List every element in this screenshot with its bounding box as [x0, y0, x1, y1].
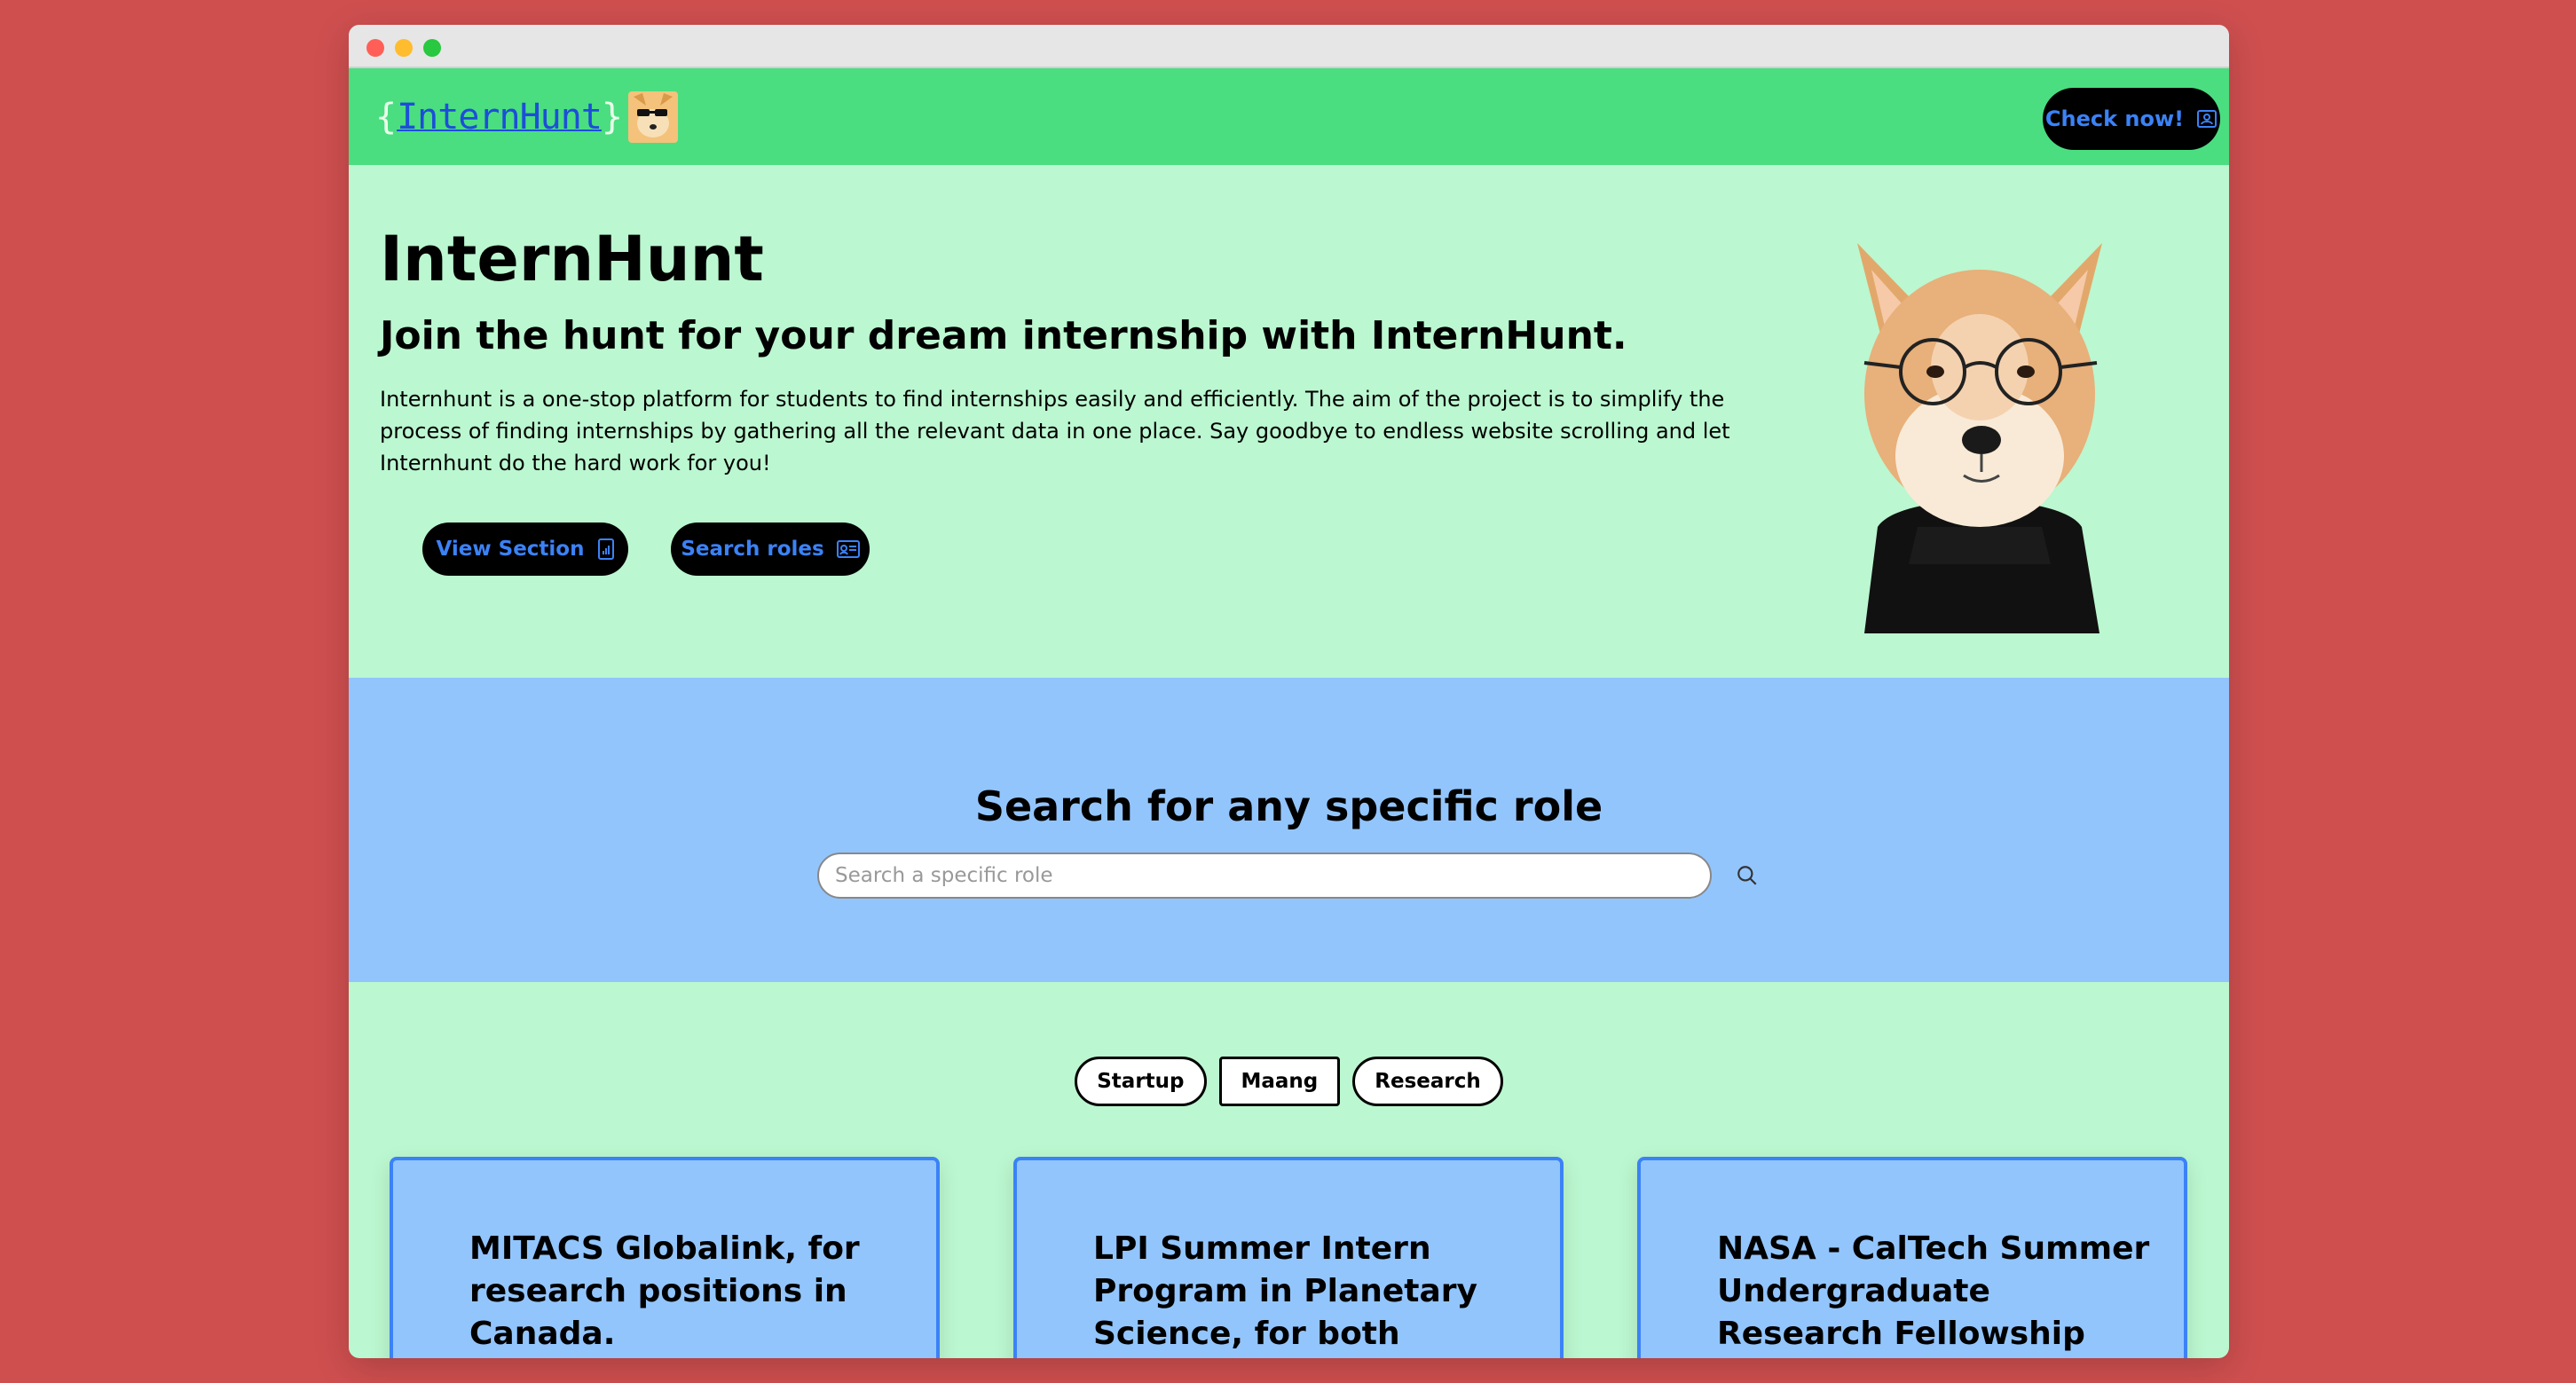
mobile-chart-icon	[597, 538, 614, 560]
user-badge-icon	[2197, 110, 2218, 128]
search-roles-button[interactable]: Search roles	[671, 523, 870, 576]
logo-brace-close: }	[601, 97, 624, 138]
hero-subtitle: Join the hunt for your dream internship …	[380, 313, 1627, 358]
logo[interactable]: { InternHunt }	[375, 86, 679, 148]
filter-startup[interactable]: Startup	[1075, 1057, 1207, 1106]
window-titlebar	[349, 25, 2229, 68]
browser-window: { InternHunt } Check now! InternHunt Joi…	[349, 25, 2229, 1358]
close-window-button[interactable]	[366, 39, 384, 57]
search-section: Search for any specific role	[349, 678, 2229, 982]
internship-card[interactable]: LPI Summer Intern Program in Planetary S…	[1013, 1157, 1564, 1358]
internship-card-title: MITACS Globalink, for research positions…	[469, 1230, 860, 1352]
logo-text: InternHunt	[397, 97, 603, 138]
minimize-window-button[interactable]	[395, 39, 413, 57]
check-now-button[interactable]: Check now!	[2043, 88, 2220, 150]
hero-title: InternHunt	[380, 223, 764, 295]
search-section-title: Search for any specific role	[974, 782, 1603, 830]
search-input[interactable]	[817, 853, 1712, 899]
view-section-button[interactable]: View Section	[422, 523, 628, 576]
shiba-glasses-illustration	[1857, 243, 2102, 633]
hero-description-text: Internhunt is a one-stop platform for st…	[380, 387, 1730, 475]
internship-card-title: LPI Summer Intern Program in Planetary S…	[1093, 1230, 1478, 1352]
navbar: { InternHunt } Check now!	[349, 68, 2229, 165]
search-roles-label: Search roles	[681, 538, 824, 561]
maximize-window-button[interactable]	[423, 39, 441, 57]
view-section-label: View Section	[436, 538, 585, 561]
search-icon	[1737, 866, 1757, 885]
filter-maang[interactable]: Maang	[1218, 1057, 1341, 1106]
internship-card-title: NASA - CalTech Summer Undergraduate Rese…	[1717, 1230, 2150, 1352]
logo-brace-open: {	[375, 97, 398, 138]
doge-sunglasses-icon	[628, 91, 679, 143]
search-button[interactable]	[1733, 861, 1761, 890]
filter-research[interactable]: Research	[1352, 1057, 1503, 1106]
hero-description: Internhunt is a one-stop platform for st…	[380, 383, 2048, 479]
internship-card[interactable]: NASA - CalTech Summer Undergraduate Rese…	[1637, 1157, 2187, 1358]
check-now-label: Check now!	[2044, 106, 2185, 131]
internship-card[interactable]: MITACS Globalink, for research positions…	[390, 1157, 940, 1358]
id-card-icon	[836, 540, 860, 558]
category-filters: Startup Maang Research	[349, 1057, 2229, 1106]
